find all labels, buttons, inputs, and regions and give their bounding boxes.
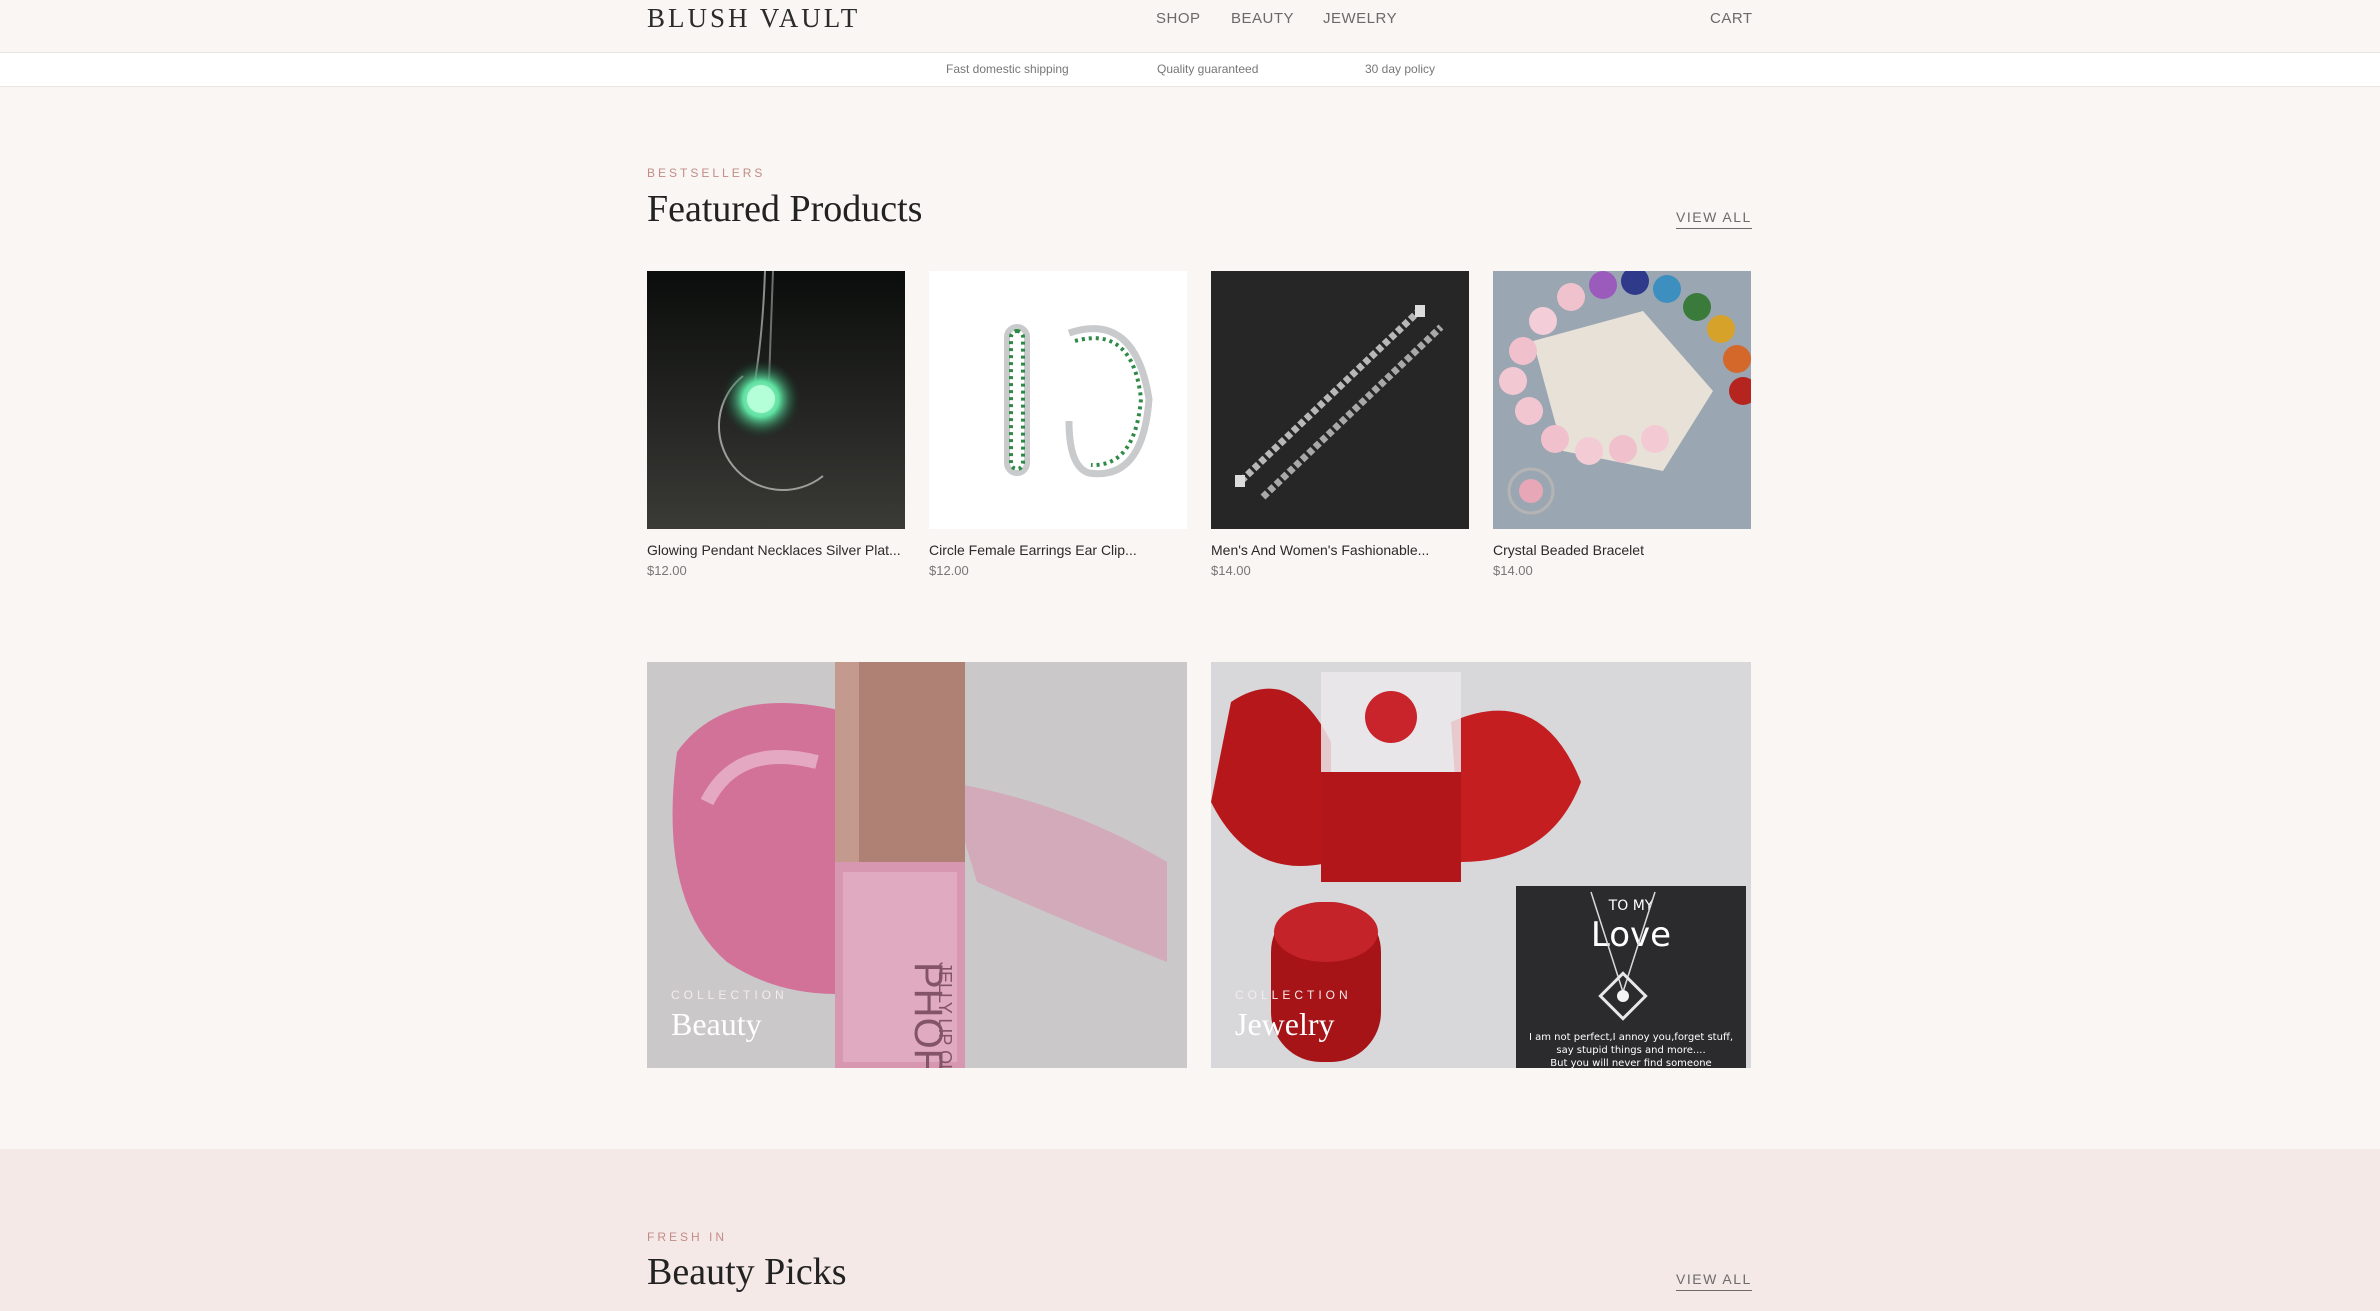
crystal-bracelet-image [1493, 271, 1751, 529]
chain-bracelet-image [1235, 305, 1444, 500]
product-card[interactable]: Men's And Women's Fashionable... $14.00 [1211, 271, 1469, 578]
cart-link[interactable]: CART [1710, 10, 1753, 27]
gift-card-heading-text: Love [1591, 915, 1671, 955]
site-logo[interactable]: BLUSH VAULT [647, 3, 860, 34]
gift-card-note-line3: But you will never find someone [1550, 1058, 1711, 1068]
collection-card-jewelry[interactable]: TO MY Love I am not perfect,I annoy you,… [1211, 662, 1751, 1068]
gift-card-note-line2: say stupid things and more.... [1556, 1045, 1705, 1056]
trust-item-shipping: Fast domestic shipping [946, 62, 1069, 76]
beauty-picks-title: Beauty Picks [647, 1251, 847, 1293]
product-name[interactable]: Men's And Women's Fashionable... [1211, 542, 1469, 558]
featured-title: Featured Products [647, 188, 923, 230]
hoop-earrings-image [1004, 324, 1153, 478]
featured-eyebrow: BESTSELLERS [647, 166, 766, 180]
product-card[interactable]: Circle Female Earrings Ear Clip... $12.0… [929, 271, 1187, 578]
product-name[interactable]: Glowing Pendant Necklaces Silver Plat... [647, 542, 905, 558]
trust-strip: Fast domestic shipping Quality guarantee… [0, 53, 2380, 87]
product-name[interactable]: Circle Female Earrings Ear Clip... [929, 542, 1187, 558]
product-price: $12.00 [647, 563, 687, 578]
gift-card-top-text: TO MY [1608, 898, 1654, 914]
product-card[interactable]: Crystal Beaded Bracelet $14.00 [1493, 271, 1751, 578]
featured-view-all-link[interactable]: VIEW ALL [1676, 209, 1752, 229]
collection-card-beauty[interactable]: PHOFAY JELLY LIP OIL COLLECTION Beauty [647, 662, 1187, 1068]
site-header: BLUSH VAULT SHOP BEAUTY JEWELRY CART [0, 0, 2380, 53]
product-image-chain[interactable] [1211, 271, 1469, 529]
product-image-pendant[interactable] [647, 271, 905, 529]
product-card[interactable]: Glowing Pendant Necklaces Silver Plat...… [647, 271, 905, 578]
beauty-picks-view-all-link[interactable]: VIEW ALL [1676, 1271, 1752, 1291]
pendant-necklace-image [647, 271, 905, 529]
beauty-picks-eyebrow: FRESH IN [647, 1230, 728, 1244]
collection-title[interactable]: Beauty [671, 1006, 762, 1043]
nav-jewelry[interactable]: JEWELRY [1323, 10, 1397, 27]
beauty-picks-section: FRESH IN Beauty Picks VIEW ALL [0, 1149, 2380, 1311]
product-price: $12.00 [929, 563, 969, 578]
gift-card-note-line1: I am not perfect,I annoy you,forget stuf… [1529, 1032, 1733, 1043]
trust-item-quality: Quality guaranteed [1157, 62, 1259, 76]
product-price: $14.00 [1493, 563, 1533, 578]
nav-beauty[interactable]: BEAUTY [1231, 10, 1294, 27]
product-image-bracelet[interactable] [1493, 271, 1751, 529]
product-price: $14.00 [1211, 563, 1251, 578]
trust-item-policy: 30 day policy [1365, 62, 1436, 76]
collection-title[interactable]: Jewelry [1235, 1006, 1335, 1043]
product-name[interactable]: Crystal Beaded Bracelet [1493, 542, 1751, 558]
collection-eyebrow: COLLECTION [1235, 988, 1352, 1002]
collection-eyebrow: COLLECTION [671, 988, 788, 1002]
product-image-earrings[interactable] [929, 271, 1187, 529]
nav-shop[interactable]: SHOP [1156, 10, 1201, 27]
